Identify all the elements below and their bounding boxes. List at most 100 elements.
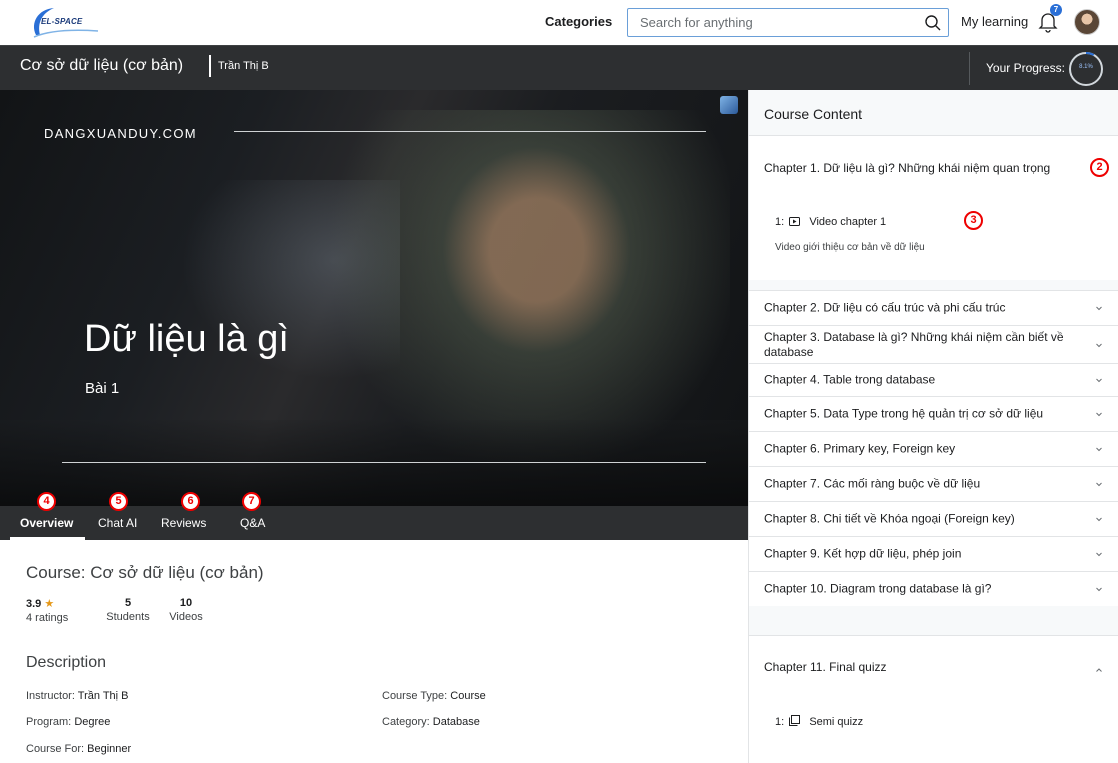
rating-stat: 3.9 ★ 4 ratings	[26, 597, 68, 624]
info-instructor-value: Trần Thị B	[77, 690, 129, 702]
annotation-badge-4: 4	[37, 492, 56, 511]
sidebar-title: Course Content	[764, 106, 863, 122]
video-subtitle: Bài 1	[85, 380, 120, 397]
lecture-title: Video chapter 1	[809, 216, 887, 228]
top-navbar: EL-SPACE Categories My learning 7	[0, 0, 1118, 45]
active-tab-indicator	[10, 537, 85, 540]
chapter-1-title[interactable]: Chapter 1. Dữ liệu là gì? Những khái niệ…	[764, 161, 1050, 175]
info-course-for-label: Course For:	[26, 743, 85, 755]
chevron-up-icon[interactable]	[1095, 666, 1103, 674]
rating-value: 3.9	[26, 598, 42, 610]
info-program-label: Program:	[26, 716, 72, 728]
tab-reviews[interactable]: Reviews	[161, 516, 206, 530]
info-course-type-label: Course Type:	[382, 690, 448, 702]
header-divider	[969, 52, 970, 85]
sidebar-header: Course Content	[749, 90, 1118, 135]
chapter-title: Chapter 8. Chi tiết về Khóa ngoại (Forei…	[764, 511, 1015, 526]
chevron-down-icon[interactable]	[1095, 445, 1103, 453]
rating-label: 4 ratings	[26, 612, 69, 624]
chapter-title: Chapter 10. Diagram trong database là gì…	[764, 581, 992, 596]
chapter-row[interactable]: Chapter 4. Table trong database	[749, 363, 1118, 396]
chapter-title: Chapter 2. Dữ liệu có cấu trúc và phi cấ…	[764, 300, 1006, 315]
chapter-row[interactable]: Chapter 10. Diagram trong database là gì…	[749, 571, 1118, 606]
chapter-11-title[interactable]: Chapter 11. Final quizz	[764, 660, 887, 674]
chevron-down-icon[interactable]	[1095, 480, 1103, 488]
search-input[interactable]	[628, 9, 908, 36]
video-rule-bottom	[62, 462, 706, 463]
chapter-11-section: Chapter 11. Final quizz 1: Semi quizz	[749, 635, 1118, 763]
course-header-bar: Cơ sở dữ liệu (cơ bản) Trần Thị B Your P…	[0, 45, 1118, 90]
user-avatar[interactable]	[1074, 9, 1100, 35]
annotation-badge-7: 7	[242, 492, 261, 511]
info-instructor-label: Instructor:	[26, 690, 75, 702]
video-player[interactable]: DANGXUANDUY.COM Dữ liệu là gì Bài 1	[0, 90, 748, 506]
info-course-for: Course For: Beginner	[26, 743, 131, 755]
chevron-down-icon[interactable]	[1095, 585, 1103, 593]
tab-qa[interactable]: Q&A	[240, 516, 265, 530]
course-content-sidebar: Course Content Chapter 1. Dữ liệu là gì?…	[748, 90, 1118, 763]
videos-label: Videos	[169, 611, 203, 623]
chapter-row[interactable]: Chapter 8. Chi tiết về Khóa ngoại (Forei…	[749, 501, 1118, 536]
quiz-icon	[789, 715, 801, 726]
students-value: 5	[124, 597, 132, 609]
chapter-row[interactable]: Chapter 3. Database là gì? Những khái ni…	[749, 325, 1118, 363]
annotation-badge-3: 3	[964, 211, 983, 230]
my-learning-link[interactable]: My learning	[961, 14, 1028, 29]
lecture-description: Video giới thiệu cơ bản về dữ liệu	[775, 242, 925, 253]
search-bar[interactable]	[627, 8, 949, 37]
lecture-index: 1:	[775, 216, 785, 228]
chapter-row[interactable]: Chapter 5. Data Type trong hệ quản trị c…	[749, 396, 1118, 431]
info-category: Category: Database	[382, 716, 480, 728]
chapter-title: Chapter 4. Table trong database	[764, 372, 936, 387]
video-logo-icon	[720, 96, 738, 114]
course-title[interactable]: Cơ sở dữ liệu (cơ bản)	[20, 57, 183, 75]
info-category-value: Database	[432, 716, 480, 728]
students-label: Students	[106, 611, 150, 623]
chevron-down-icon[interactable]	[1095, 410, 1103, 418]
annotation-badge-5: 5	[109, 492, 128, 511]
chevron-down-icon[interactable]	[1095, 304, 1103, 312]
chapter-row[interactable]: Chapter 6. Primary key, Foreign key	[749, 431, 1118, 466]
info-course-for-value: Beginner	[87, 743, 132, 755]
quiz-item[interactable]: 1: Semi quizz	[775, 715, 863, 728]
star-icon: ★	[44, 598, 55, 610]
tab-chat-ai[interactable]: Chat AI	[98, 516, 137, 530]
quiz-index: 1:	[775, 716, 785, 728]
chapter-title: Chapter 6. Primary key, Foreign key	[764, 441, 956, 456]
video-watermark: DANGXUANDUY.COM	[44, 126, 197, 141]
overview-course-title: Course: Cơ sở dữ liệu (cơ bản)	[26, 563, 264, 582]
videos-stat: 10 Videos	[166, 597, 206, 623]
video-icon	[789, 217, 801, 226]
chapter-1-section: Chapter 1. Dữ liệu là gì? Những khái niệ…	[749, 135, 1118, 280]
info-program-value: Degree	[74, 716, 111, 728]
chevron-down-icon[interactable]	[1095, 550, 1103, 558]
chapter-row[interactable]: Chapter 2. Dữ liệu có cấu trúc và phi cấ…	[749, 290, 1118, 325]
students-stat: 5 Students	[103, 597, 153, 623]
quiz-title: Semi quizz	[809, 716, 864, 728]
search-icon[interactable]	[924, 14, 942, 32]
annotation-badge-2: 2	[1090, 158, 1109, 177]
video-title: Dữ liệu là gì	[84, 318, 289, 360]
chevron-down-icon[interactable]	[1095, 376, 1103, 384]
categories-link[interactable]: Categories	[545, 14, 612, 29]
course-instructor: Trần Thị B	[218, 60, 269, 72]
chapter-row[interactable]: Chapter 9. Kết hợp dữ liệu, phép join	[749, 536, 1118, 571]
sidebar-spacer	[749, 280, 1118, 290]
chapter-title: Chapter 3. Database là gì? Những khái ni…	[764, 329, 1064, 359]
description-heading: Description	[26, 654, 107, 671]
info-course-type-value: Course	[450, 690, 486, 702]
chapter-row[interactable]: Chapter 7. Các mối ràng buộc về dữ liệu	[749, 466, 1118, 501]
videos-value: 10	[179, 597, 193, 609]
info-course-type: Course Type: Course	[382, 690, 486, 702]
lecture-item[interactable]: 1: Video chapter 1	[775, 216, 886, 228]
progress-label: Your Progress:	[986, 61, 1065, 75]
info-category-label: Category:	[382, 716, 430, 728]
el-space-logo[interactable]: EL-SPACE	[28, 5, 102, 39]
chevron-down-icon[interactable]	[1095, 341, 1103, 349]
chapter-title: Chapter 5. Data Type trong hệ quản trị c…	[764, 406, 1044, 421]
chevron-down-icon[interactable]	[1095, 515, 1103, 523]
chapter-title: Chapter 9. Kết hợp dữ liệu, phép join	[764, 546, 962, 561]
sidebar-spacer	[749, 623, 1118, 635]
annotation-badge-6: 6	[181, 492, 200, 511]
tab-overview[interactable]: Overview	[20, 516, 73, 530]
